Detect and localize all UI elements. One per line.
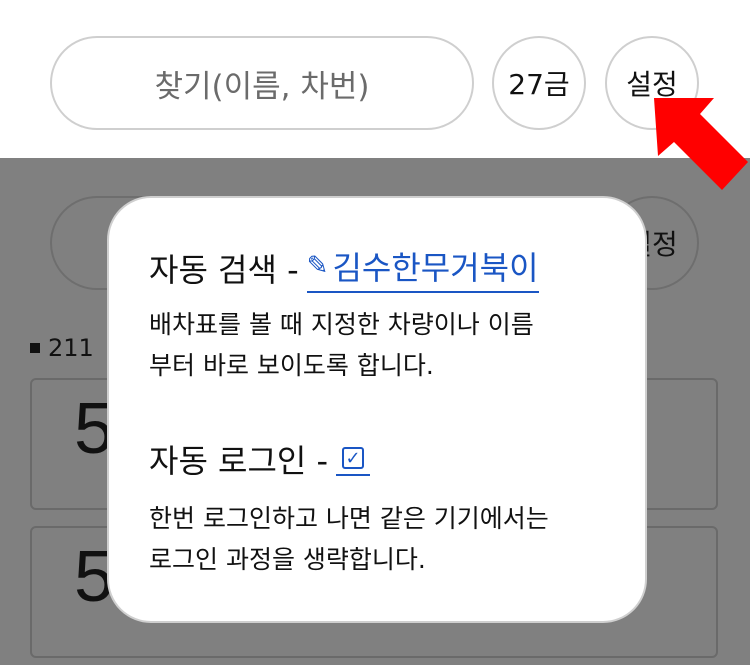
auto-login-title: 자동 로그인 - ✓ bbox=[149, 436, 371, 482]
settings-popup: 자동 검색 - ✎ 김수한무거북이 배차표를 볼 때 지정한 차량이나 이름 부… bbox=[107, 196, 647, 623]
auto-search-title-text: 자동 검색 - bbox=[149, 251, 299, 289]
red-arrow-icon bbox=[654, 98, 748, 190]
pencil-icon: ✎ bbox=[306, 251, 329, 281]
auto-login-description-line: 한번 로그인하고 나면 같은 기기에서는 bbox=[149, 504, 549, 533]
auto-login-description-line: 로그인 과정을 생략합니다. bbox=[149, 545, 426, 574]
top-bar: 찾기(이름, 차번) 27금 설정 bbox=[0, 0, 750, 158]
auto-login-checkbox[interactable]: ✓ bbox=[336, 442, 371, 476]
background-section-label: 211 bbox=[30, 334, 94, 362]
background-section-label-text: 211 bbox=[48, 334, 94, 362]
auto-login-description: 한번 로그인하고 나면 같은 기기에서는 로그인 과정을 생략합니다. bbox=[149, 498, 619, 580]
checkmark-icon: ✓ bbox=[342, 447, 365, 469]
auto-search-link-text: 김수한무거북이 bbox=[332, 249, 539, 287]
bullet-icon bbox=[30, 343, 40, 353]
search-input[interactable]: 찾기(이름, 차번) bbox=[50, 36, 474, 130]
auto-login-title-text: 자동 로그인 - bbox=[149, 442, 329, 480]
search-placeholder: 찾기(이름, 차번) bbox=[154, 68, 370, 105]
auto-search-link[interactable]: ✎ 김수한무거북이 bbox=[306, 243, 539, 293]
day-button-label: 27금 bbox=[508, 68, 570, 101]
auto-search-description: 배차표를 볼 때 지정한 차량이나 이름 부터 바로 보이도록 합니다. bbox=[149, 304, 619, 386]
day-button[interactable]: 27금 bbox=[492, 36, 586, 130]
auto-search-title: 자동 검색 - ✎ 김수한무거북이 bbox=[149, 243, 539, 293]
auto-search-description-line: 부터 바로 보이도록 합니다. bbox=[149, 351, 434, 380]
auto-search-description-line: 배차표를 볼 때 지정한 차량이나 이름 bbox=[149, 310, 534, 339]
